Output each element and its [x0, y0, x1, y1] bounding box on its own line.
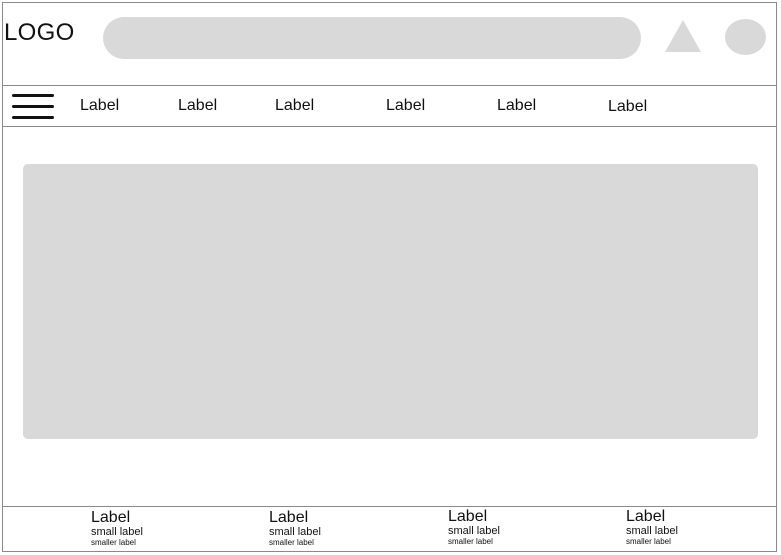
footer-label: Label — [626, 508, 666, 525]
footer-label: Label — [269, 509, 309, 526]
logo[interactable]: LOGO — [4, 19, 75, 47]
footer-column-4[interactable]: Label small label smaller label — [626, 508, 746, 547]
footer-column-1[interactable]: Label small label smaller label — [91, 509, 211, 548]
avatar[interactable] — [725, 19, 766, 55]
hamburger-line — [12, 116, 54, 119]
nav-item-4[interactable]: Label — [386, 96, 425, 116]
footer-label: Label — [91, 509, 131, 526]
triangle-icon[interactable] — [664, 19, 702, 53]
footer-small-label: small label — [91, 526, 143, 538]
nav-item-5[interactable]: Label — [497, 96, 536, 116]
footer-smaller-label: smaller label — [448, 537, 493, 546]
nav-item-6[interactable]: Label — [608, 97, 647, 117]
nav-item-3[interactable]: Label — [275, 96, 314, 116]
footer: Label small label smaller label Label sm… — [2, 506, 777, 552]
hamburger-line — [12, 94, 54, 97]
footer-column-3[interactable]: Label small label smaller label — [448, 508, 568, 547]
footer-small-label: small label — [269, 526, 321, 538]
nav-item-1[interactable]: Label — [80, 96, 119, 116]
search-input[interactable] — [103, 17, 641, 59]
footer-small-label: small label — [626, 525, 678, 537]
footer-smaller-label: smaller label — [91, 538, 136, 547]
footer-column-2[interactable]: Label small label smaller label — [269, 509, 389, 548]
hamburger-menu-icon[interactable] — [12, 92, 56, 120]
footer-smaller-label: smaller label — [269, 538, 314, 547]
footer-smaller-label: smaller label — [626, 537, 671, 546]
hero-image-placeholder — [23, 164, 758, 439]
hamburger-line — [12, 105, 54, 108]
nav-item-2[interactable]: Label — [178, 96, 217, 116]
footer-small-label: small label — [448, 525, 500, 537]
nav-bar: Label Label Label Label Label Label — [2, 85, 777, 127]
footer-label: Label — [448, 508, 488, 525]
